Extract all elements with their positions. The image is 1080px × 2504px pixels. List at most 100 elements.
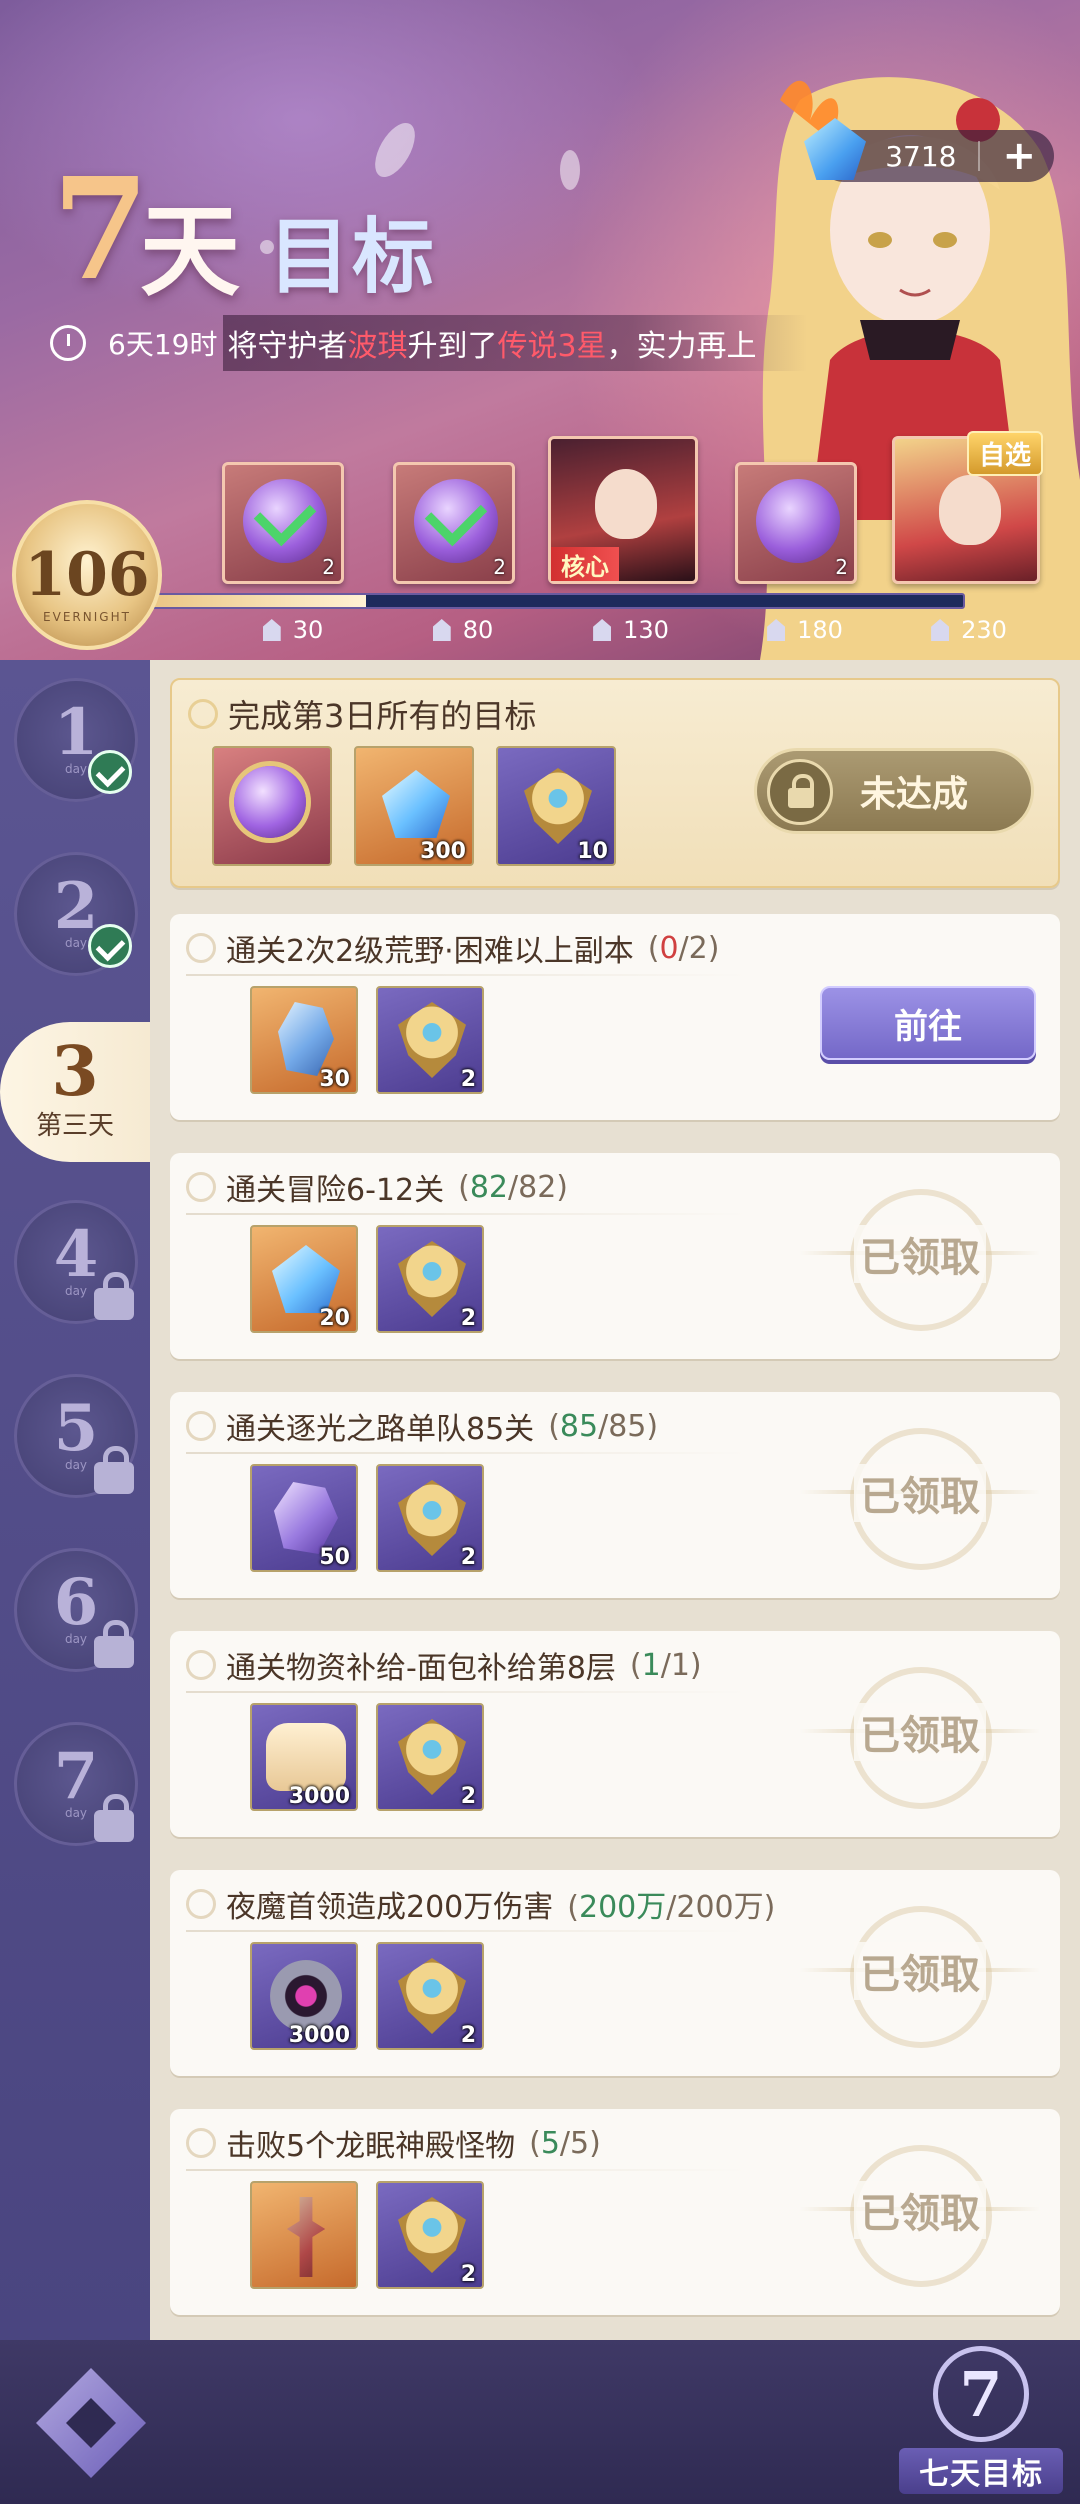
reward-slot[interactable]: 3000 <box>250 1703 358 1811</box>
task-card: 夜魔首领造成200万伤害 (200万/200万) 3000 2 已领取 <box>170 1870 1060 2076</box>
progress-total: /82) <box>508 1169 568 1205</box>
day-tab-2[interactable]: 2 day <box>14 852 138 976</box>
unachieved-button[interactable]: 未达成 <box>754 748 1034 834</box>
progress-open: ( <box>647 930 660 966</box>
go-button[interactable]: 前往 <box>820 986 1036 1060</box>
progress-current: 85 <box>559 1408 599 1444</box>
milestone-reward-180[interactable]: 2 <box>735 462 857 584</box>
day-number: 7 <box>53 1739 99 1815</box>
reward-qty: 2 <box>460 2262 476 2287</box>
reward-slot[interactable]: 20 <box>250 1225 358 1333</box>
reward-qty: 3000 <box>288 2023 350 2048</box>
milestone-progress: 2 2 核心 2 自选 30 80 130 180 230 106 EVERNI… <box>0 430 1080 660</box>
day-caption: day <box>64 1283 88 1298</box>
divider <box>186 1930 746 1932</box>
reward-qty: 10 <box>577 839 608 864</box>
swirl-icon <box>186 933 216 963</box>
timer-row: 6天19时 将守护者 波琪 升到了 传说3星 ，实力再上 <box>50 315 950 371</box>
back-logo-icon[interactable] <box>36 2368 146 2478</box>
day-caption: day <box>64 1457 88 1472</box>
core-tag: 核心 <box>551 547 619 581</box>
reward-slot[interactable]: 2 <box>376 1703 484 1811</box>
progress-total: /200万) <box>666 1890 776 1925</box>
divider <box>186 2169 746 2171</box>
reward-slot[interactable]: 2 <box>376 1464 484 1572</box>
task-panel: 完成第3日所有的目标 300 10 未达成 通关2次2级荒野·困难以上副本 (0… <box>150 660 1080 2340</box>
task-progress: (82/82) <box>458 1170 568 1205</box>
task-progress: (85/85) <box>548 1409 658 1444</box>
lock-icon <box>94 1272 134 1320</box>
task-title-text: 通关冒险6-12关 <box>226 1173 445 1208</box>
add-currency-button[interactable]: + <box>1002 136 1036 176</box>
claimed-stamp: 已领取 <box>800 1189 1040 1331</box>
reward-slot[interactable] <box>250 2181 358 2289</box>
reward-qty: 3000 <box>288 1784 350 1809</box>
day-number: 2 <box>53 869 99 945</box>
task-title-text: 通关2次2级荒野·困难以上副本 <box>226 934 634 969</box>
claimed-stamp: 已领取 <box>800 1667 1040 1809</box>
day-tab-4[interactable]: 4 day <box>14 1200 138 1324</box>
day-tab-5[interactable]: 5 day <box>14 1374 138 1498</box>
reward-slot[interactable] <box>212 746 332 866</box>
progress-bar <box>120 593 965 609</box>
lock-icon <box>94 1446 134 1494</box>
emblem-icon <box>398 1480 466 1556</box>
reward-slot[interactable]: 2 <box>376 986 484 1094</box>
reward-slot[interactable]: 10 <box>496 746 616 866</box>
points-icon <box>262 619 281 641</box>
swirl-icon <box>186 1172 216 1202</box>
title-goal: 目标 <box>268 210 437 305</box>
level-caption: EVERNIGHT <box>43 610 131 624</box>
bread-icon <box>266 1723 346 1791</box>
reward-qty: 50 <box>319 1545 350 1570</box>
reward-slot[interactable]: 2 <box>376 1225 484 1333</box>
milestone-qty: 2 <box>493 555 506 579</box>
day-label: 第三天 <box>35 1111 114 1142</box>
milestone-reward-230[interactable]: 自选 <box>892 431 1043 584</box>
reward-slot[interactable]: 2 <box>376 2181 484 2289</box>
task-card: 通关冒险6-12关 (82/82) 20 2 已领取 <box>170 1153 1060 1359</box>
reward-slot[interactable]: 300 <box>354 746 474 866</box>
seven-emblem-icon: 7 <box>933 2346 1029 2442</box>
task-progress: (0/2) <box>648 931 720 966</box>
progress-open: ( <box>567 1890 579 1925</box>
reward-qty: 30 <box>319 1067 350 1092</box>
day-caption: day <box>64 1631 88 1646</box>
day-tab-6[interactable]: 6 day <box>14 1548 138 1672</box>
task-title-text: 通关物资补给-面包补给第8层 <box>226 1651 616 1686</box>
milestone-qty: 2 <box>322 555 335 579</box>
day-number: 4 <box>53 1217 99 1293</box>
currency-divider <box>978 141 981 171</box>
reward-slot[interactable]: 3000 <box>250 1942 358 2050</box>
day-tab-1[interactable]: 1 day <box>14 678 138 802</box>
reward-slot[interactable]: 50 <box>250 1464 358 1572</box>
milestone-reward-30[interactable]: 2 <box>222 462 344 584</box>
progress-current: 0 <box>659 930 679 966</box>
sparkle-decoration <box>367 116 423 184</box>
currency-value: 3718 <box>885 139 957 173</box>
claimed-stamp: 已领取 <box>800 1428 1040 1570</box>
reward-slot[interactable]: 2 <box>376 1942 484 2050</box>
milestone-points: 80 <box>398 616 528 644</box>
marquee-prefix: 将守护者 <box>227 329 348 364</box>
lock-icon <box>94 1620 134 1668</box>
seven-day-goal-label: 七天目标 <box>899 2448 1063 2494</box>
emblem-icon <box>398 1241 466 1317</box>
lock-icon <box>94 1794 134 1842</box>
day-tab-3[interactable]: 3 第三天 <box>0 1022 150 1162</box>
day-tab-7[interactable]: 7 day <box>14 1722 138 1846</box>
progress-open: ( <box>458 1169 470 1205</box>
task-title: 通关冒险6-12关 (82/82) <box>186 1167 568 1208</box>
task-title: 通关2次2级荒野·困难以上副本 (0/2) <box>186 928 720 969</box>
milestone-reward-130[interactable]: 核心 <box>548 436 698 584</box>
check-icon <box>88 750 132 794</box>
reward-qty: 300 <box>420 839 466 864</box>
seven-day-goal-button[interactable]: 7 七天目标 <box>896 2340 1066 2504</box>
task-card: 击败5个龙眠神殿怪物 (5/5) 2 已领取 <box>170 2109 1060 2315</box>
task-title: 通关物资补给-面包补给第8层 (1/1) <box>186 1645 702 1686</box>
milestone-reward-80[interactable]: 2 <box>393 462 515 584</box>
task-title-text: 通关逐光之路单队85关 <box>226 1412 535 1447</box>
progress-total: /5) <box>559 2125 601 2161</box>
reward-slot[interactable]: 30 <box>250 986 358 1094</box>
level-value: 106 <box>24 540 150 610</box>
